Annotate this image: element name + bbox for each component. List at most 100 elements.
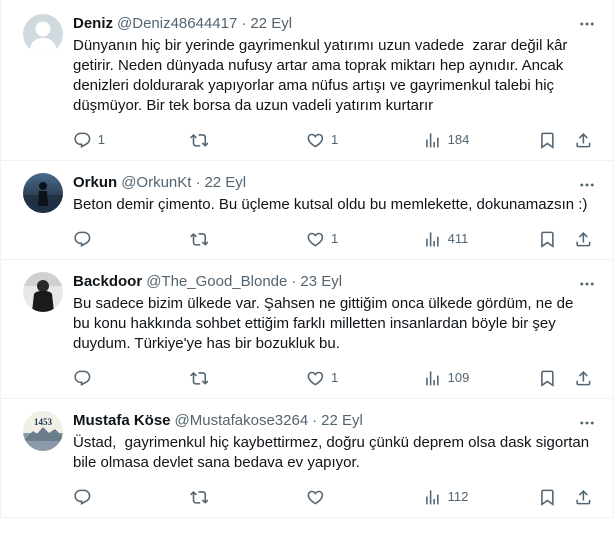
reply-button[interactable]: 1 xyxy=(73,131,133,150)
bookmark-icon xyxy=(540,231,554,248)
bookmark-button[interactable] xyxy=(538,230,557,249)
display-name[interactable]: Orkun xyxy=(73,173,117,193)
heart-icon xyxy=(307,133,324,148)
like-button[interactable]: 1 xyxy=(306,230,366,249)
like-button[interactable] xyxy=(306,488,366,507)
more-button[interactable] xyxy=(577,274,597,294)
heart-icon xyxy=(307,490,324,505)
tweet-header: Mustafa Köse @Mustafakose3264 · 22 Eyl xyxy=(73,411,597,431)
reply-feed: Deniz @Deniz48644417 · 22 Eyl Dünyanın h… xyxy=(0,0,614,518)
reply-count: 1 xyxy=(97,132,105,147)
display-name[interactable]: Mustafa Köse xyxy=(73,411,171,431)
display-name[interactable]: Backdoor xyxy=(73,272,142,292)
avatar[interactable] xyxy=(23,173,63,213)
separator-dot: · xyxy=(291,273,297,290)
bookmark-icon xyxy=(540,370,554,387)
avatar-column: 1453 xyxy=(23,411,63,507)
reply-button[interactable] xyxy=(73,488,133,507)
views-icon xyxy=(426,231,439,247)
bookmark-button[interactable] xyxy=(538,131,557,150)
tweet[interactable]: Backdoor @The_Good_Blonde · 23 Eyl Bu sa… xyxy=(1,260,613,399)
timestamp[interactable]: 22 Eyl xyxy=(204,173,246,193)
more-button[interactable] xyxy=(577,413,597,433)
share-button[interactable] xyxy=(574,369,593,388)
share-icon xyxy=(576,489,591,505)
retweet-icon xyxy=(189,490,209,504)
heart-icon xyxy=(307,232,324,247)
tweet-header: Orkun @OrkunKt · 22 Eyl xyxy=(73,173,597,193)
retweet-button[interactable] xyxy=(189,369,250,388)
tweet-text: Dünyanın hiç bir yerinde gayrimenkul yat… xyxy=(73,37,572,114)
username[interactable]: @The_Good_Blonde xyxy=(146,272,287,292)
reply-icon xyxy=(74,489,91,505)
like-count: 1 xyxy=(331,370,339,385)
more-icon xyxy=(580,22,594,26)
tweet-content: Backdoor @The_Good_Blonde · 23 Eyl Bu sa… xyxy=(73,272,597,388)
share-button[interactable] xyxy=(574,131,593,150)
like-button[interactable]: 1 xyxy=(306,131,366,150)
bookmark-button[interactable] xyxy=(538,369,557,388)
more-button[interactable] xyxy=(577,175,597,195)
reply-button[interactable] xyxy=(73,230,133,249)
views-count: 184 xyxy=(447,132,470,147)
bookmark-button[interactable] xyxy=(538,488,557,507)
like-button[interactable]: 1 xyxy=(306,369,366,388)
views-button[interactable]: 112 xyxy=(423,488,473,507)
tweet[interactable]: 1453 Mustafa Köse @Mustafakose3264 · 22 … xyxy=(1,399,613,518)
right-actions xyxy=(538,369,594,388)
heart-icon xyxy=(307,371,324,386)
retweet-button[interactable] xyxy=(189,230,250,249)
views-button[interactable]: 184 xyxy=(423,131,473,150)
retweet-icon xyxy=(189,371,209,385)
avatar[interactable] xyxy=(23,272,63,312)
username[interactable]: @OrkunKt xyxy=(121,173,191,193)
username[interactable]: @Mustafakose3264 xyxy=(175,411,309,431)
tweet[interactable]: Orkun @OrkunKt · 22 Eyl Beton demir çime… xyxy=(1,161,613,260)
bookmark-icon xyxy=(540,489,554,506)
views-icon xyxy=(426,489,439,505)
avatar-column xyxy=(23,272,63,388)
retweet-button[interactable] xyxy=(189,131,250,150)
reply-icon xyxy=(74,370,91,386)
views-button[interactable]: 109 xyxy=(423,369,473,388)
views-count: 411 xyxy=(447,231,469,246)
more-button[interactable] xyxy=(577,14,597,34)
timestamp[interactable]: 23 Eyl xyxy=(300,272,342,292)
timestamp[interactable]: 22 Eyl xyxy=(250,14,292,34)
share-button[interactable] xyxy=(574,488,593,507)
timestamp[interactable]: 22 Eyl xyxy=(321,411,363,431)
separator-dot: · xyxy=(195,174,201,191)
like-count: 1 xyxy=(331,231,339,246)
tweet-header: Backdoor @The_Good_Blonde · 23 Eyl xyxy=(73,272,597,292)
username[interactable]: @Deniz48644417 xyxy=(117,14,237,34)
right-actions xyxy=(538,488,594,507)
views-icon xyxy=(426,132,439,148)
separator-dot: · xyxy=(241,15,247,32)
bookmark-icon xyxy=(540,132,554,149)
avatar[interactable]: 1453 xyxy=(23,411,63,451)
retweet-button[interactable] xyxy=(189,488,250,507)
more-icon xyxy=(580,282,594,286)
display-name[interactable]: Deniz xyxy=(73,14,113,34)
tweet[interactable]: Deniz @Deniz48644417 · 22 Eyl Dünyanın h… xyxy=(1,0,613,161)
share-icon xyxy=(576,231,591,247)
avatar[interactable] xyxy=(23,14,63,54)
share-icon xyxy=(576,132,591,148)
share-button[interactable] xyxy=(574,230,593,249)
reply-icon xyxy=(74,231,91,247)
tweet-actions: 1 411 xyxy=(73,229,593,249)
separator-dot: · xyxy=(312,412,318,429)
tweet-actions: 112 xyxy=(73,487,593,507)
views-button[interactable]: 411 xyxy=(423,230,473,249)
right-actions xyxy=(538,131,594,150)
tweet-content: Mustafa Köse @Mustafakose3264 · 22 Eyl Ü… xyxy=(73,411,597,507)
tweet-actions: 1 1 184 xyxy=(73,130,593,150)
avatar-column xyxy=(23,173,63,249)
reply-icon xyxy=(74,132,91,148)
retweet-icon xyxy=(189,133,209,147)
tweet-content: Orkun @OrkunKt · 22 Eyl Beton demir çime… xyxy=(73,173,597,249)
tweet-header: Deniz @Deniz48644417 · 22 Eyl xyxy=(73,14,597,34)
more-icon xyxy=(580,183,594,187)
reply-button[interactable] xyxy=(73,369,133,388)
tweet-text: Üstad, gayrimenkul hiç kaybettirmez, doğ… xyxy=(73,434,594,471)
